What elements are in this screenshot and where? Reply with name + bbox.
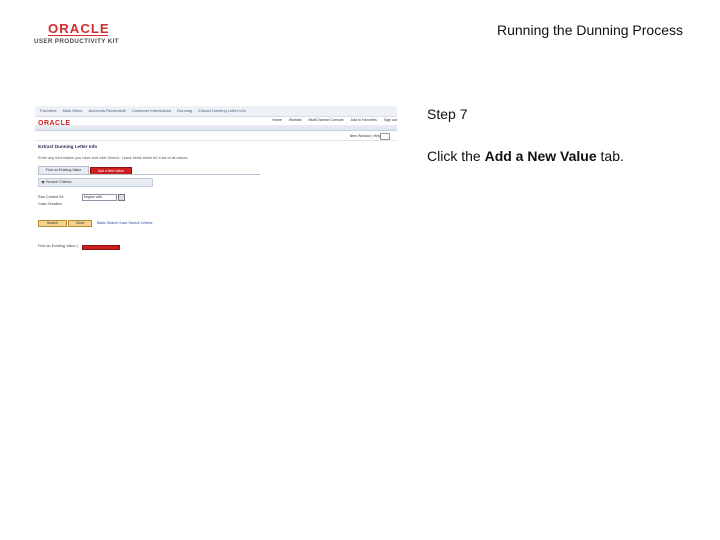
application-screenshot: Favorites Main Menu Accounts Receivable …: [35, 106, 397, 256]
nav-item[interactable]: Favorites: [40, 108, 56, 113]
page-title: Running the Dunning Process: [496, 22, 683, 38]
step-instruction: Click the Add a New Value tab.: [427, 148, 624, 164]
run-control-label: Run Control ID:: [38, 195, 65, 199]
oracle-logo-text: ORACLE: [48, 22, 110, 36]
instruction-target: Add a New Value: [484, 148, 597, 164]
instruction-prefix: Click the: [427, 148, 485, 164]
tab-divider: [38, 174, 260, 175]
menu-worklist[interactable]: Worklist: [289, 118, 302, 122]
search-criteria-label: Search Criteria: [46, 180, 72, 184]
logo-underline: [48, 35, 108, 36]
menu-sign-out[interactable]: Sign out: [384, 118, 397, 122]
window-help-links[interactable]: New Window | Help: [350, 134, 381, 138]
component-title: Extract Dunning Letter Info: [38, 144, 98, 149]
find-existing-link[interactable]: Find an Existing Value |: [38, 244, 78, 248]
step-number: Step 7: [427, 106, 468, 122]
nav-item[interactable]: Extract Dunning Letter Info: [198, 108, 246, 113]
divider: [35, 140, 397, 141]
upk-logo-text: USER PRODUCTIVITY KIT: [34, 38, 119, 45]
search-criteria-header[interactable]: Search Criteria: [38, 178, 153, 187]
search-button[interactable]: Search: [38, 220, 67, 227]
nav-item[interactable]: Accounts Receivable: [89, 108, 126, 113]
nav-item[interactable]: Customer Interactions: [132, 108, 171, 113]
menu-home[interactable]: Home: [272, 118, 282, 122]
case-sensitive-checkbox[interactable]: Case Sensitive: [38, 202, 62, 206]
dropdown-icon[interactable]: [118, 194, 125, 201]
instruction-suffix: tab.: [596, 148, 624, 164]
search-instruction: Enter any information you have and click…: [38, 156, 189, 160]
menu-add-favorites[interactable]: Add to Favorites: [351, 118, 377, 122]
add-new-value-link[interactable]: [82, 245, 120, 250]
menu-multichannel[interactable]: MultiChannel Console: [308, 118, 343, 122]
help-icon[interactable]: [380, 133, 390, 140]
nav-item[interactable]: Main Menu: [63, 108, 83, 113]
oracle-upk-logo: ORACLE USER PRODUCTIVITY KIT: [34, 22, 126, 48]
nav-bar: [35, 125, 397, 131]
nav-item[interactable]: Dunning: [177, 108, 192, 113]
operator-select[interactable]: begins with: [82, 194, 117, 201]
clear-button[interactable]: Clear: [68, 220, 92, 227]
top-menu: Home Worklist MultiChannel Console Add t…: [230, 116, 397, 124]
basic-search-link[interactable]: Basic Search Save Search Criteria: [97, 221, 152, 225]
